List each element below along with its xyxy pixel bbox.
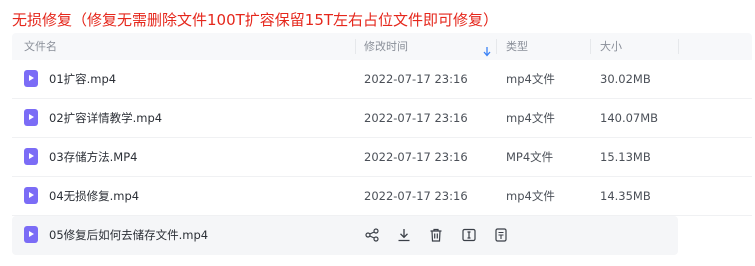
rename-icon[interactable] bbox=[461, 227, 477, 243]
file-size: 140.07MB bbox=[600, 111, 659, 125]
video-file-icon bbox=[24, 187, 38, 204]
delete-icon[interactable] bbox=[428, 227, 444, 243]
file-size: 15.13MB bbox=[600, 150, 651, 164]
file-modified: 2022-07-17 23:16 bbox=[364, 150, 468, 164]
file-size: 30.02MB bbox=[600, 72, 651, 86]
column-header-size[interactable]: 大小 bbox=[600, 33, 622, 60]
file-type: mp4文件 bbox=[506, 189, 555, 203]
file-modified: 2022-07-17 23:16 bbox=[364, 111, 468, 125]
table-header: 文件名 修改时间 类型 大小 bbox=[12, 33, 752, 60]
file-row[interactable]: 04无损修复.mp4 2022-07-17 23:16 mp4文件 14.35M… bbox=[12, 177, 752, 216]
file-name[interactable]: 01扩容.mp4 bbox=[49, 60, 116, 98]
video-file-icon bbox=[24, 148, 38, 165]
column-header-name[interactable]: 文件名 bbox=[24, 33, 57, 60]
file-row[interactable]: 01扩容.mp4 2022-07-17 23:16 mp4文件 30.02MB bbox=[12, 60, 752, 99]
file-name[interactable]: 03存储方法.MP4 bbox=[49, 138, 137, 176]
column-divider[interactable] bbox=[678, 39, 679, 54]
column-header-type[interactable]: 类型 bbox=[506, 33, 528, 60]
file-row[interactable]: 03存储方法.MP4 2022-07-17 23:16 MP4文件 15.13M… bbox=[12, 138, 752, 177]
column-header-modified[interactable]: 修改时间 bbox=[364, 33, 408, 60]
video-file-icon bbox=[24, 226, 38, 243]
column-divider[interactable] bbox=[355, 39, 356, 54]
file-modified: 2022-07-17 23:16 bbox=[364, 72, 468, 86]
file-type: MP4文件 bbox=[506, 150, 554, 164]
file-type: mp4文件 bbox=[506, 111, 555, 125]
file-name[interactable]: 05修复后如何去储存文件.mp4 bbox=[49, 216, 208, 254]
column-divider[interactable] bbox=[590, 39, 591, 54]
video-file-icon bbox=[24, 109, 38, 126]
file-name[interactable]: 02扩容详情教学.mp4 bbox=[49, 99, 162, 137]
more-icon[interactable] bbox=[493, 227, 509, 243]
file-type: mp4文件 bbox=[506, 72, 555, 86]
page-title: 无损修复（修复无需删除文件100T扩容保留15T左右占位文件即可修复） bbox=[12, 11, 499, 29]
sort-down-icon[interactable] bbox=[483, 42, 491, 57]
file-row[interactable]: 02扩容详情教学.mp4 2022-07-17 23:16 mp4文件 140.… bbox=[12, 99, 752, 138]
column-divider[interactable] bbox=[496, 39, 497, 54]
share-icon[interactable] bbox=[364, 227, 380, 243]
file-size: 14.35MB bbox=[600, 189, 651, 203]
file-row-hovered[interactable]: 05修复后如何去储存文件.mp4 bbox=[12, 216, 678, 255]
file-modified: 2022-07-17 23:16 bbox=[364, 189, 468, 203]
video-file-icon bbox=[24, 70, 38, 87]
download-icon[interactable] bbox=[396, 227, 412, 243]
file-name[interactable]: 04无损修复.mp4 bbox=[49, 177, 139, 215]
file-table: 文件名 修改时间 类型 大小 01扩容.mp4 2022-07-17 23:16… bbox=[12, 33, 752, 255]
